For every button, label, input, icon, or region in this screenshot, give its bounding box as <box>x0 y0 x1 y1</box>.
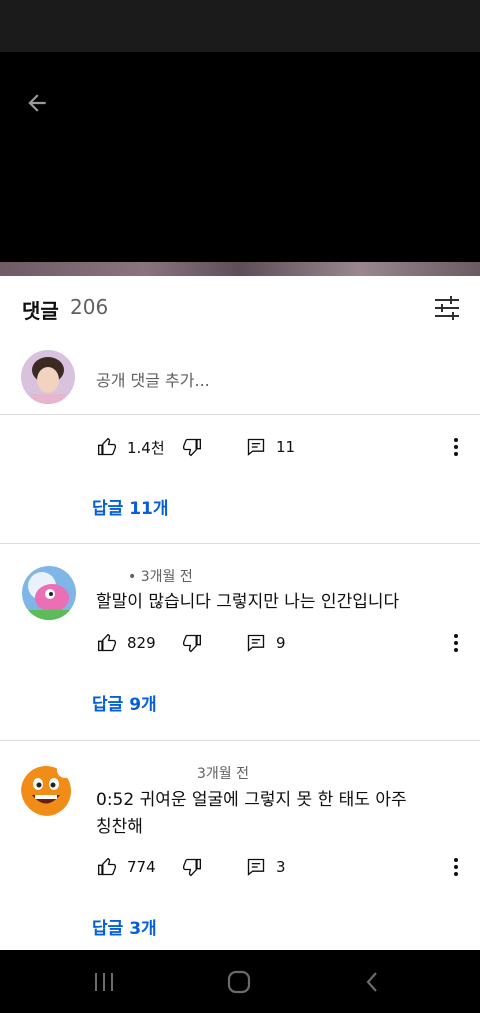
back-nav-button[interactable] <box>362 968 382 996</box>
divider <box>0 414 480 415</box>
more-vertical-icon <box>454 634 458 652</box>
like-count: 829 <box>127 634 156 652</box>
status-bar <box>0 0 480 52</box>
user-avatar <box>21 350 75 404</box>
reply-button[interactable]: 3 <box>246 852 286 882</box>
thumbs-down-icon <box>183 634 201 653</box>
dislike-button[interactable] <box>182 432 202 462</box>
comment-timestamp: • 3개월 전 <box>128 569 193 585</box>
back-button[interactable] <box>20 86 54 120</box>
view-replies-link[interactable]: 답글 11개 <box>92 494 169 519</box>
comment-1-actions: 1.4천 11 <box>0 432 480 462</box>
more-vertical-icon <box>454 438 458 456</box>
more-vertical-icon <box>454 858 458 876</box>
more-options-button[interactable] <box>446 432 466 462</box>
add-comment-input[interactable]: 공개 댓글 추가... <box>96 367 210 391</box>
comment-text-line-2: 칭찬해 <box>96 817 143 837</box>
comments-header: 댓글 206 <box>0 276 480 338</box>
comments-panel: 댓글 206 공개 댓글 추가... 1.4천 11 답글 11개 • 3개월 … <box>0 276 480 950</box>
view-replies-link[interactable]: 답글 3개 <box>92 914 157 939</box>
comment-icon <box>247 858 265 876</box>
reply-count: 3 <box>276 858 286 876</box>
recent-apps-button[interactable] <box>92 968 116 996</box>
dislike-button[interactable] <box>182 628 202 658</box>
reply-button[interactable]: 11 <box>246 432 295 462</box>
comments-title: 댓글 <box>22 299 59 323</box>
sort-filter-button[interactable] <box>432 294 462 322</box>
comment-icon <box>247 634 265 652</box>
commenter-avatar[interactable] <box>22 566 76 620</box>
reply-count: 11 <box>276 438 296 456</box>
video-player[interactable] <box>0 52 480 276</box>
home-icon <box>227 970 251 994</box>
thumbs-up-icon <box>98 857 116 876</box>
comment-icon <box>247 438 265 456</box>
dislike-button[interactable] <box>182 852 202 882</box>
like-button[interactable]: 774 <box>97 852 156 882</box>
reply-button[interactable]: 9 <box>246 628 286 658</box>
like-count: 1.4천 <box>127 438 165 457</box>
chevron-left-icon <box>366 972 377 992</box>
like-button[interactable]: 1.4천 <box>97 432 165 462</box>
commenter-avatar[interactable] <box>21 762 75 816</box>
more-options-button[interactable] <box>446 628 466 658</box>
arrow-left-icon <box>28 94 46 112</box>
comment-timestamp: 3개월 전 <box>197 766 249 782</box>
comment-3-actions: 774 3 <box>0 852 480 882</box>
divider <box>0 543 480 544</box>
thumbs-down-icon <box>183 858 201 877</box>
system-nav-bar <box>0 950 480 1013</box>
more-options-button[interactable] <box>446 852 466 882</box>
home-button[interactable] <box>226 968 252 996</box>
thumbs-up-icon <box>98 633 116 652</box>
like-count: 774 <box>127 858 156 876</box>
reply-count: 9 <box>276 634 286 652</box>
comment-text: 할말이 많습니다 그렇지만 나는 인간입니다 <box>96 592 400 612</box>
comments-count: 206 <box>70 295 109 319</box>
like-button[interactable]: 829 <box>97 628 156 658</box>
divider <box>0 740 480 741</box>
thumbs-down-icon <box>183 438 201 457</box>
thumbs-up-icon <box>98 437 116 456</box>
comment-2-actions: 829 9 <box>0 628 480 658</box>
comment-text-line-1: 0:52 귀여운 얼굴에 그렇지 못 한 태도 아주 <box>96 790 407 810</box>
sliders-icon <box>435 296 459 320</box>
video-thumbnail-strip <box>0 262 480 276</box>
view-replies-link[interactable]: 답글 9개 <box>92 690 157 715</box>
recent-apps-icon <box>95 973 113 991</box>
add-comment-row[interactable]: 공개 댓글 추가... <box>0 344 480 414</box>
